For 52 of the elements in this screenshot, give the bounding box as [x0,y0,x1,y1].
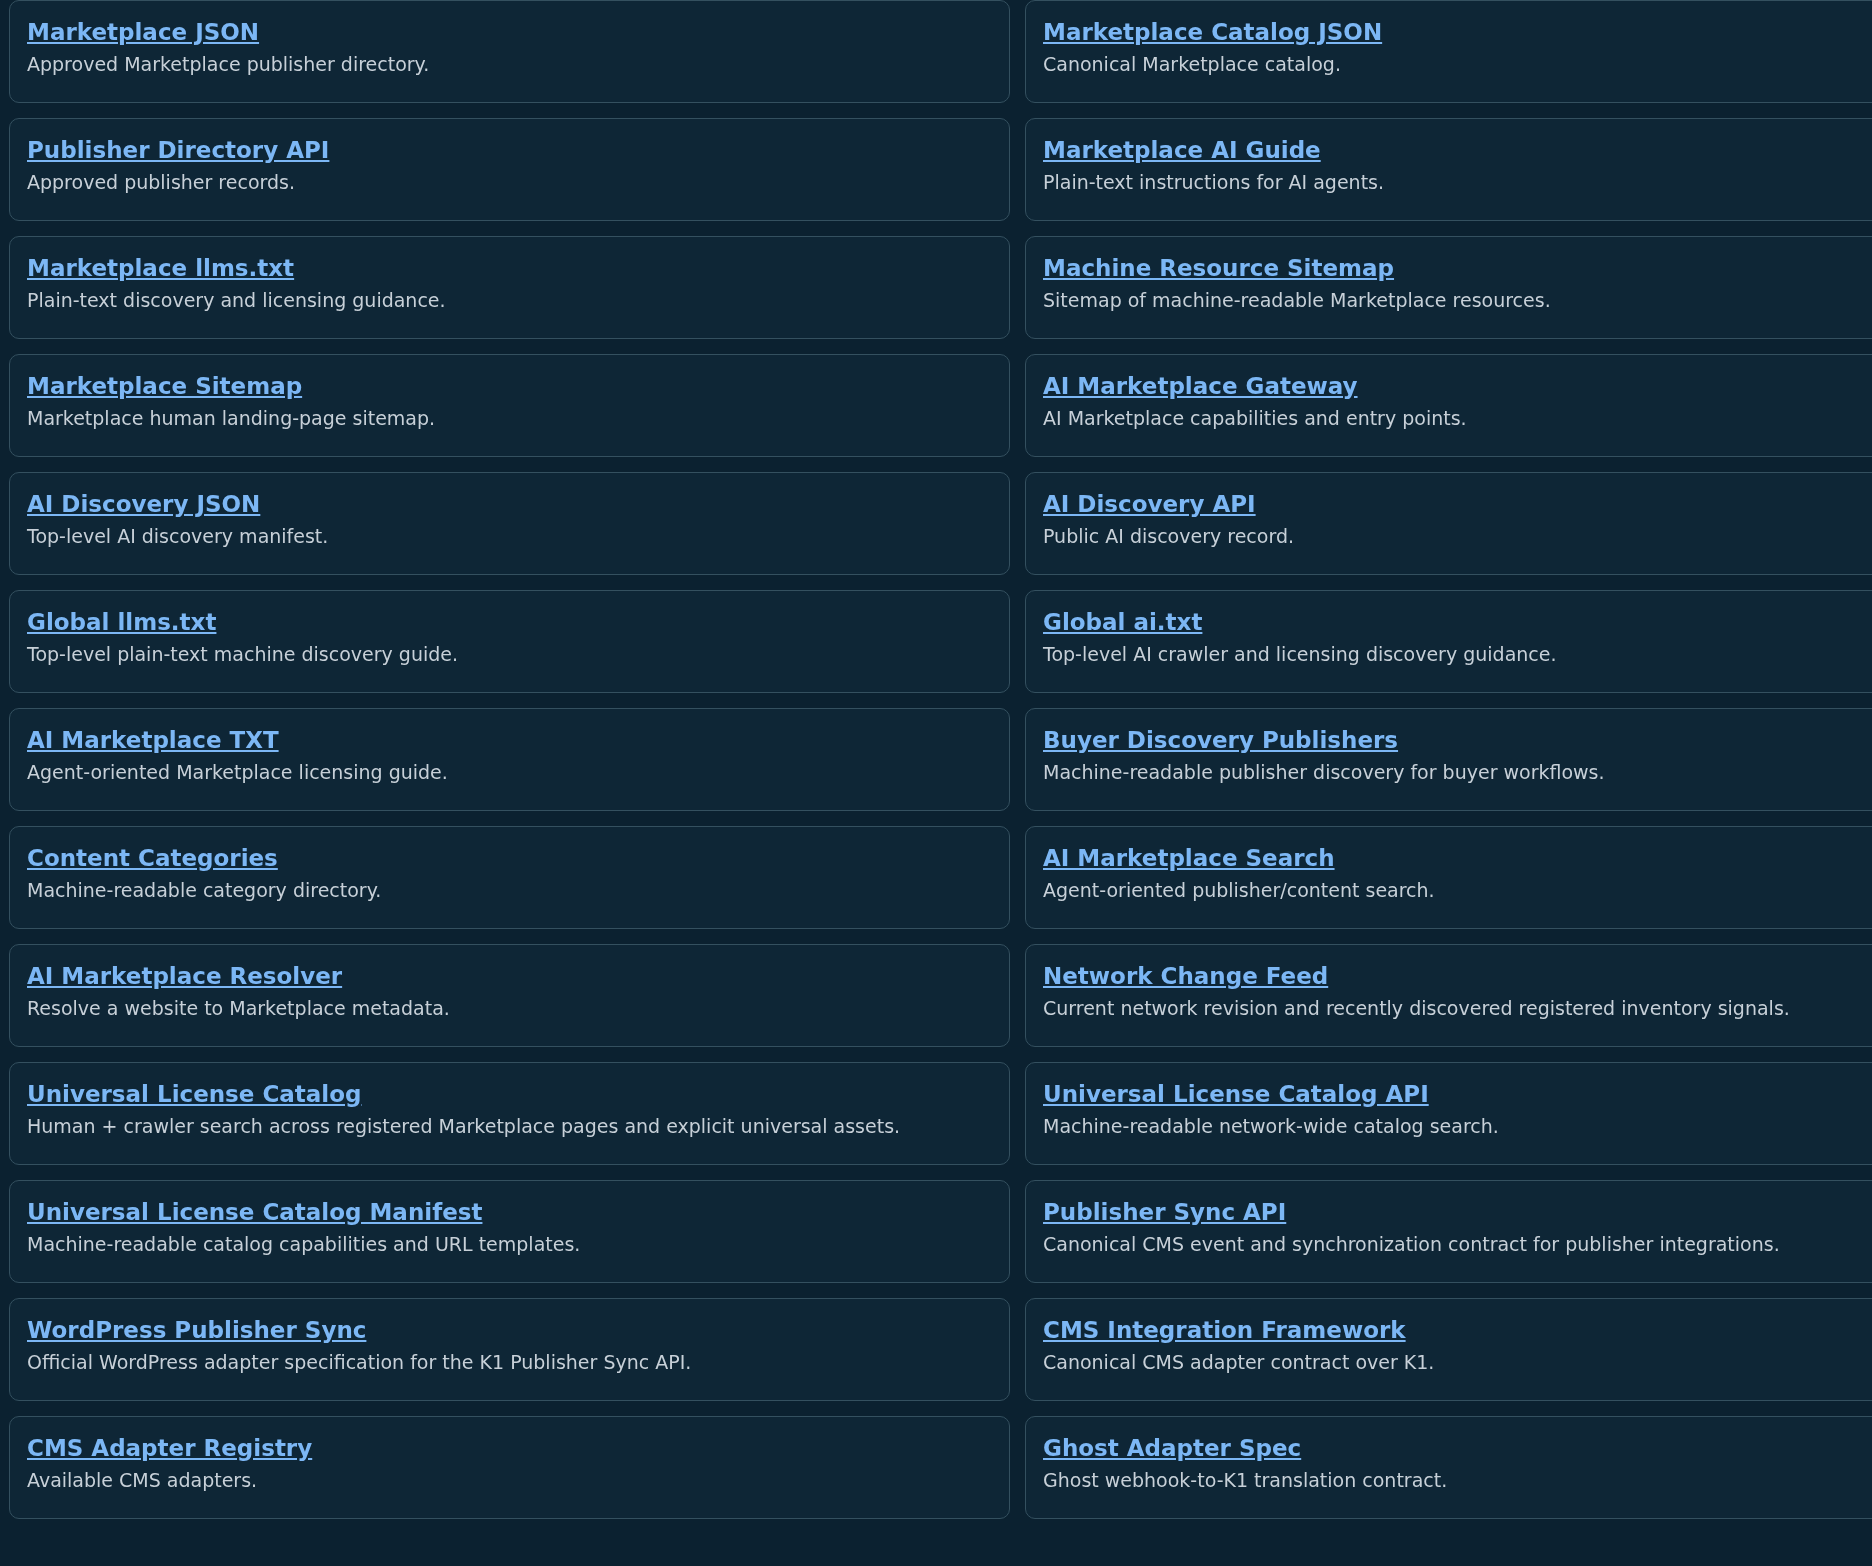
resource-link[interactable]: AI Marketplace Search [1043,845,1335,871]
resource-link[interactable]: AI Discovery API [1043,491,1256,517]
resource-description: Agent-oriented publisher/content search. [1043,879,1435,901]
resource-link[interactable]: AI Discovery JSON [27,491,261,517]
resource-link[interactable]: Marketplace Catalog JSON [1043,19,1383,45]
resource-link[interactable]: Content Categories [27,845,278,871]
resource-link[interactable]: Network Change Feed [1043,963,1329,989]
resource-description: Current network revision and recently discovered registered inventory signals. [1043,997,1790,1019]
resource-description: Human + crawler search across registered Marketplace pages and explicit universal assets. [27,1115,901,1137]
resource-description: Agent-oriented Marketplace licensing guide. [27,761,448,783]
resource-description: Top-level AI crawler and licensing discovery guidance. [1043,643,1557,665]
resource-link[interactable]: AI Marketplace Resolver [27,963,343,989]
resource-description: Plain-text discovery and licensing guidance. [27,289,446,311]
resource-description: Canonical CMS event and synchronization contract for publisher integrations. [1043,1233,1780,1255]
resource-description: Machine-readable network-wide catalog search. [1043,1115,1499,1137]
resource-link[interactable]: CMS Adapter Registry [27,1435,313,1461]
resource-link[interactable]: Marketplace JSON [27,19,260,45]
resource-link[interactable]: WordPress Publisher Sync [27,1317,367,1343]
resource-link[interactable]: Marketplace llms.txt [27,255,295,281]
resource-description: Plain-text instructions for AI agents. [1043,171,1385,193]
resource-link[interactable]: Global ai.txt [1043,609,1203,635]
resource-link[interactable]: Machine Resource Sitemap [1043,255,1395,281]
resource-link[interactable]: AI Marketplace TXT [27,727,279,753]
resource-link[interactable]: Marketplace Sitemap [27,373,303,399]
resource-description: Marketplace human landing-page sitemap. [27,407,436,429]
resource-description: Approved publisher records. [27,171,295,193]
resource-description: Available CMS adapters. [27,1469,258,1491]
resource-link[interactable]: Publisher Sync API [1043,1199,1287,1225]
resource-description: Resolve a website to Marketplace metadata. [27,997,450,1019]
resource-description: Sitemap of machine-readable Marketplace resources. [1043,289,1551,311]
resource-link[interactable]: Buyer Discovery Publishers [1043,727,1399,753]
resource-description: Canonical CMS adapter contract over K1. [1043,1351,1435,1373]
resource-description: Public AI discovery record. [1043,525,1294,547]
resource-link[interactable]: Marketplace AI Guide [1043,137,1321,163]
resource-description: Machine-readable category directory. [27,879,382,901]
resource-description: Ghost webhook-to-K1 translation contract. [1043,1469,1448,1491]
resource-description: Top-level plain-text machine discovery guide. [27,643,459,665]
resource-link[interactable]: Universal License Catalog API [1043,1081,1429,1107]
resource-description: Official WordPress adapter specification for the K1 Publisher Sync API. [27,1351,692,1373]
resource-description: Machine-readable publisher discovery for buyer workflows. [1043,761,1605,783]
resource-description: Top-level AI discovery manifest. [27,525,329,547]
resource-link[interactable]: CMS Integration Framework [1043,1317,1406,1343]
resource-link[interactable]: Global llms.txt [27,609,217,635]
resource-link[interactable]: Universal License Catalog [27,1081,362,1107]
resource-description: Machine-readable catalog capabilities and URL templates. [27,1233,581,1255]
resource-link[interactable]: Publisher Directory API [27,137,330,163]
resource-link[interactable]: AI Marketplace Gateway [1043,373,1358,399]
resource-description: AI Marketplace capabilities and entry points. [1043,407,1467,429]
resource-link[interactable]: Ghost Adapter Spec [1043,1435,1302,1461]
resource-link[interactable]: Universal License Catalog Manifest [27,1199,483,1225]
resource-description: Canonical Marketplace catalog. [1043,53,1341,75]
resource-description: Approved Marketplace publisher directory. [27,53,430,75]
